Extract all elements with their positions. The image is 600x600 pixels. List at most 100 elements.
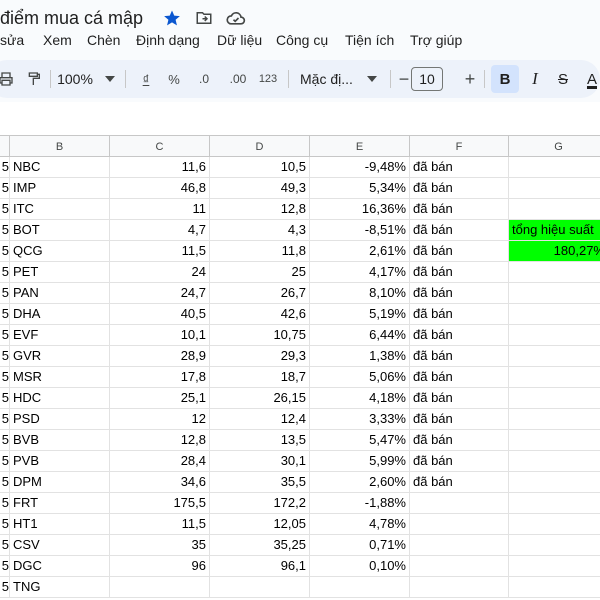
cell-d[interactable]: 12,8	[210, 199, 310, 220]
cell-c[interactable]: 34,6	[110, 472, 210, 493]
cell-b[interactable]: PSD	[10, 409, 110, 430]
percent-format-button[interactable]: %	[164, 60, 184, 98]
increase-font-size-button[interactable]: +	[462, 60, 478, 98]
cell-c[interactable]: 11,6	[110, 157, 210, 178]
cell-f[interactable]: đã bán	[410, 451, 509, 472]
cell-a[interactable]: 5	[0, 283, 10, 304]
cell-d[interactable]: 30,1	[210, 451, 310, 472]
zoom-select[interactable]: 100%	[54, 60, 96, 98]
cell-f[interactable]: đã bán	[410, 157, 509, 178]
menu-tools[interactable]: Công cụ	[276, 32, 328, 48]
cell-f[interactable]: đã bán	[410, 304, 509, 325]
cell-e[interactable]: 16,36%	[310, 199, 410, 220]
cell-e[interactable]: -8,51%	[310, 220, 410, 241]
cell-g[interactable]	[509, 577, 600, 598]
cell-b[interactable]: DGC	[10, 556, 110, 577]
cell-d[interactable]: 4,3	[210, 220, 310, 241]
cell-a[interactable]: 5	[0, 262, 10, 283]
cell-g[interactable]	[509, 430, 600, 451]
strikethrough-button[interactable]: S	[554, 60, 572, 98]
chevron-down-icon[interactable]	[366, 60, 378, 98]
cell-b[interactable]: NBC	[10, 157, 110, 178]
cell-f[interactable]: đã bán	[410, 262, 509, 283]
cell-b[interactable]: HT1	[10, 514, 110, 535]
menu-view[interactable]: Xem	[43, 32, 72, 48]
currency-format-button[interactable]: ₫	[136, 60, 156, 98]
column-header[interactable]: C	[110, 136, 210, 157]
paint-format-icon[interactable]	[22, 60, 46, 98]
cell-e[interactable]: 6,44%	[310, 325, 410, 346]
cell-c[interactable]: 24,7	[110, 283, 210, 304]
cell-g[interactable]	[509, 493, 600, 514]
cell-c[interactable]: 4,7	[110, 220, 210, 241]
cell-b[interactable]: PVB	[10, 451, 110, 472]
cell-d[interactable]: 172,2	[210, 493, 310, 514]
cell-c[interactable]: 28,9	[110, 346, 210, 367]
column-header[interactable]: D	[210, 136, 310, 157]
cell-f[interactable]: đã bán	[410, 199, 509, 220]
decrease-decimal-button[interactable]: .0	[192, 60, 216, 98]
more-formats-button[interactable]: 123	[256, 60, 280, 98]
cell-g[interactable]	[509, 367, 600, 388]
text-color-button[interactable]: A	[584, 60, 600, 98]
cell-c[interactable]: 96	[110, 556, 210, 577]
cloud-status-icon[interactable]	[226, 8, 246, 28]
cell-d[interactable]: 96,1	[210, 556, 310, 577]
cell-c[interactable]: 10,1	[110, 325, 210, 346]
cell-a[interactable]: 5	[0, 451, 10, 472]
cell-e[interactable]: 4,17%	[310, 262, 410, 283]
cell-f[interactable]: đã bán	[410, 409, 509, 430]
cell-a[interactable]: 5	[0, 325, 10, 346]
cell-c[interactable]: 35	[110, 535, 210, 556]
cell-b[interactable]: DPM	[10, 472, 110, 493]
cell-c[interactable]: 175,5	[110, 493, 210, 514]
cell-b[interactable]: ITC	[10, 199, 110, 220]
menu-extensions[interactable]: Tiện ích	[345, 32, 394, 48]
cell-b[interactable]: IMP	[10, 178, 110, 199]
cell-b[interactable]: DHA	[10, 304, 110, 325]
cell-e[interactable]: 1,38%	[310, 346, 410, 367]
cell-d[interactable]: 13,5	[210, 430, 310, 451]
cell-d[interactable]: 26,15	[210, 388, 310, 409]
cell-c[interactable]: 24	[110, 262, 210, 283]
cell-a[interactable]: 5	[0, 493, 10, 514]
cell-f[interactable]: đã bán	[410, 472, 509, 493]
cell-b[interactable]: BOT	[10, 220, 110, 241]
cell-c[interactable]: 17,8	[110, 367, 210, 388]
column-header-a[interactable]	[0, 136, 10, 157]
chevron-down-icon[interactable]	[102, 60, 118, 98]
cell-f[interactable]: đã bán	[410, 325, 509, 346]
cell-f[interactable]: đã bán	[410, 283, 509, 304]
cell-g[interactable]	[509, 346, 600, 367]
cell-a[interactable]: 5	[0, 577, 10, 598]
cell-d[interactable]	[210, 577, 310, 598]
cell-a[interactable]: 5	[0, 409, 10, 430]
cell-a[interactable]: 5	[0, 430, 10, 451]
cell-a[interactable]: 5	[0, 220, 10, 241]
cell-e[interactable]: 5,19%	[310, 304, 410, 325]
print-icon[interactable]	[0, 60, 16, 98]
cell-e[interactable]	[310, 577, 410, 598]
cell-g[interactable]	[509, 388, 600, 409]
cell-f[interactable]	[410, 493, 509, 514]
cell-d[interactable]: 18,7	[210, 367, 310, 388]
star-icon[interactable]	[162, 8, 182, 28]
cell-b[interactable]: BVB	[10, 430, 110, 451]
cell-a[interactable]: 5	[0, 556, 10, 577]
cell-d[interactable]: 42,6	[210, 304, 310, 325]
cell-e[interactable]: 0,10%	[310, 556, 410, 577]
cell-a[interactable]: 5	[0, 388, 10, 409]
cell-e[interactable]: -9,48%	[310, 157, 410, 178]
cell-e[interactable]: 5,47%	[310, 430, 410, 451]
cell-b[interactable]: HDC	[10, 388, 110, 409]
cell-g[interactable]: 180,27%	[509, 241, 600, 262]
menu-data[interactable]: Dữ liệu	[217, 32, 262, 48]
cell-f[interactable]: đã bán	[410, 367, 509, 388]
cell-g[interactable]	[509, 262, 600, 283]
cell-f[interactable]: đã bán	[410, 241, 509, 262]
cell-b[interactable]: PAN	[10, 283, 110, 304]
cell-g[interactable]	[509, 472, 600, 493]
cell-d[interactable]: 26,7	[210, 283, 310, 304]
cell-e[interactable]: 5,06%	[310, 367, 410, 388]
cell-b[interactable]: CSV	[10, 535, 110, 556]
